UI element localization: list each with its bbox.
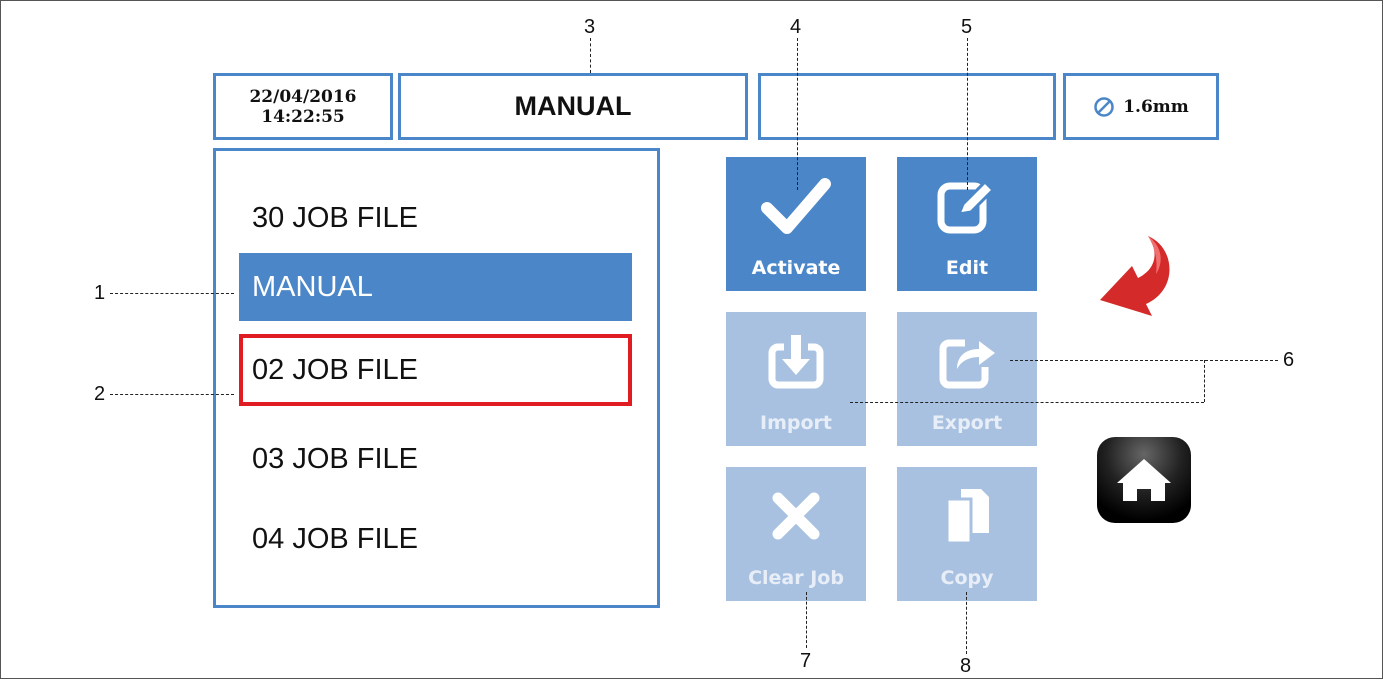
import-icon [768,335,824,389]
x-icon [772,492,820,540]
copy-icon [945,489,989,545]
copy-button[interactable]: Copy [897,467,1037,601]
leader-line [967,38,968,190]
list-item-focused[interactable]: 02 JOB FILE [239,334,632,406]
callout-4: 4 [790,16,802,38]
diameter-icon [1094,96,1114,117]
callout-7: 7 [800,650,812,672]
callout-2: 2 [94,383,106,405]
callout-8: 8 [960,655,972,677]
activate-label: Activate [751,257,841,279]
export-label: Export [931,412,1003,434]
list-item-label: 04 JOB FILE [252,522,419,555]
status-box [758,73,1056,140]
leader-line [850,402,1204,403]
leader-line [590,38,591,73]
list-item[interactable]: 30 JOB FILE [239,184,632,252]
edit-label: Edit [945,257,989,279]
leader-line [1204,360,1205,402]
export-button[interactable]: Export [897,312,1037,446]
home-icon [1117,459,1171,501]
wire-size-label: 1.6mm [1123,96,1189,117]
callout-1: 1 [94,282,106,304]
mode-box: MANUAL [398,73,748,140]
leader-line [966,592,967,654]
leader-line [806,592,807,648]
home-button[interactable] [1097,437,1191,523]
list-item-label: 02 JOB FILE [252,353,419,386]
time-label: 14:22:55 [261,106,345,127]
clear-job-button[interactable]: Clear Job [726,467,866,601]
callout-6: 6 [1283,349,1295,371]
list-item-selected[interactable]: MANUAL [239,253,632,321]
checkmark-icon [761,178,831,234]
callout-3: 3 [584,16,596,38]
leader-line [797,38,798,190]
clear-job-label: Clear Job [748,567,844,589]
date-label: 22/04/2016 [249,86,357,107]
back-arrow-icon[interactable] [1096,232,1182,320]
list-item[interactable]: 04 JOB FILE [239,505,632,573]
activate-button[interactable]: Activate [726,157,866,291]
list-item-label: 03 JOB FILE [252,442,419,475]
leader-line [110,293,234,294]
leader-line [1010,360,1278,361]
wire-size-box: 1.6mm [1063,73,1219,140]
datetime-box: 22/04/2016 14:22:55 [213,73,393,140]
mode-label: MANUAL [514,91,632,121]
leader-line [110,394,234,395]
import-button[interactable]: Import [726,312,866,446]
list-item-label: MANUAL [252,270,373,303]
import-label: Import [760,412,832,434]
export-icon [939,339,995,389]
job-list: 30 JOB FILE MANUAL 02 JOB FILE 03 JOB FI… [213,148,660,608]
list-item[interactable]: 03 JOB FILE [239,425,632,493]
list-item-label: 30 JOB FILE [252,201,419,234]
callout-5: 5 [961,16,973,38]
copy-label: Copy [940,567,994,589]
